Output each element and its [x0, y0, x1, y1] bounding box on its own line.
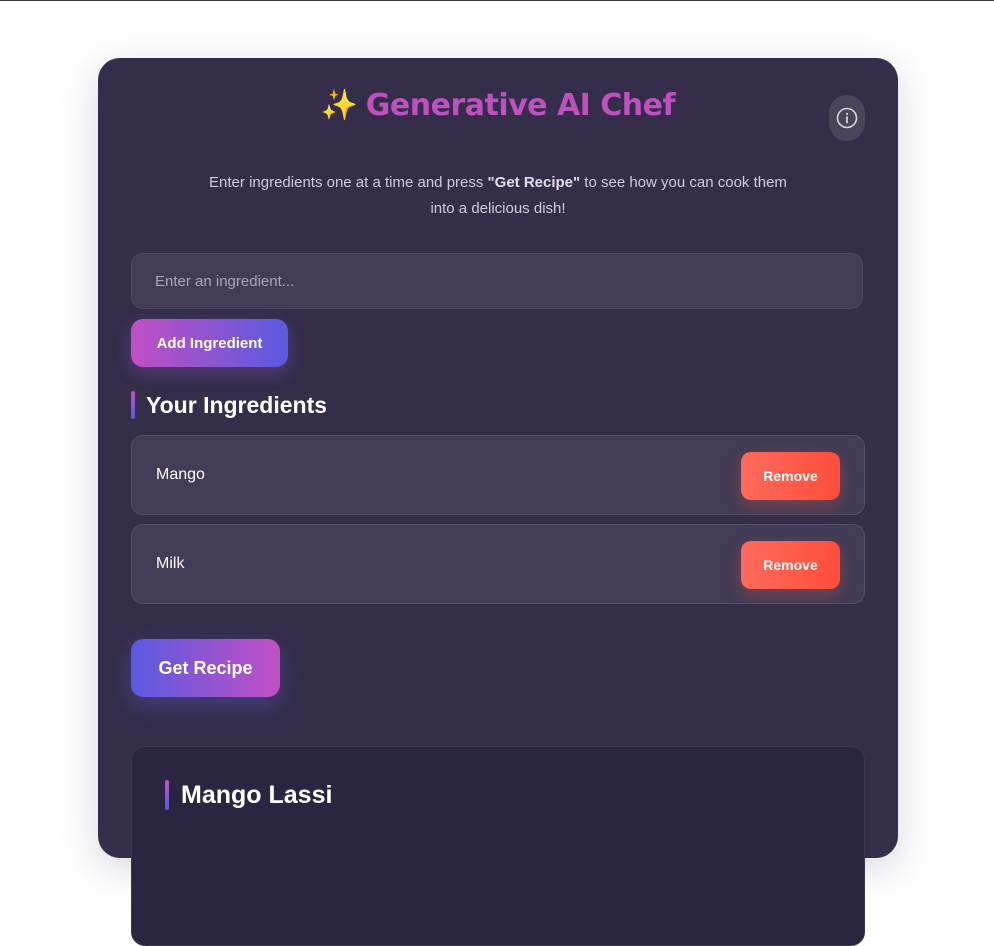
heading-accent-bar [131, 391, 135, 419]
top-border-line [0, 0, 994, 1]
ingredients-heading-text: Your Ingredients [146, 391, 328, 418]
chef-app-card: ✨ Generative AI Chef Enter ingredients on… [98, 58, 898, 946]
info-button[interactable] [829, 95, 865, 141]
recipe-result-card: Mango Lassi [131, 746, 865, 946]
add-ingredient-button[interactable]: Add Ingredient [131, 319, 288, 367]
list-item: Mango Remove [131, 435, 865, 515]
recipe-heading: Mango Lassi [165, 780, 332, 810]
remove-ingredient-button[interactable]: Remove [741, 541, 840, 589]
info-icon [836, 107, 858, 129]
sparkles-icon: ✨ [320, 88, 358, 123]
ingredient-name: Milk [156, 555, 185, 572]
ingredient-input[interactable] [131, 253, 863, 309]
remove-ingredient-button[interactable]: Remove [741, 452, 840, 500]
heading-accent-bar [165, 780, 169, 810]
app-title: ✨ Generative AI Chef [320, 88, 676, 123]
recipe-title: Mango Lassi [181, 780, 333, 809]
intro-text: Enter ingredients one at a time and pres… [198, 170, 798, 222]
title-row: ✨ Generative AI Chef [98, 88, 898, 123]
ingredient-name: Mango [156, 466, 205, 483]
ingredients-heading: Your Ingredients [131, 391, 327, 419]
get-recipe-button[interactable]: Get Recipe [131, 639, 280, 697]
ingredient-list: Mango Remove Milk Remove [131, 435, 865, 613]
intro-text-before: Enter ingredients one at a time and pres… [209, 174, 488, 191]
list-item: Milk Remove [131, 524, 865, 604]
app-title-text: Generative AI Chef [365, 88, 676, 123]
intro-text-highlight: "Get Recipe" [487, 174, 581, 191]
